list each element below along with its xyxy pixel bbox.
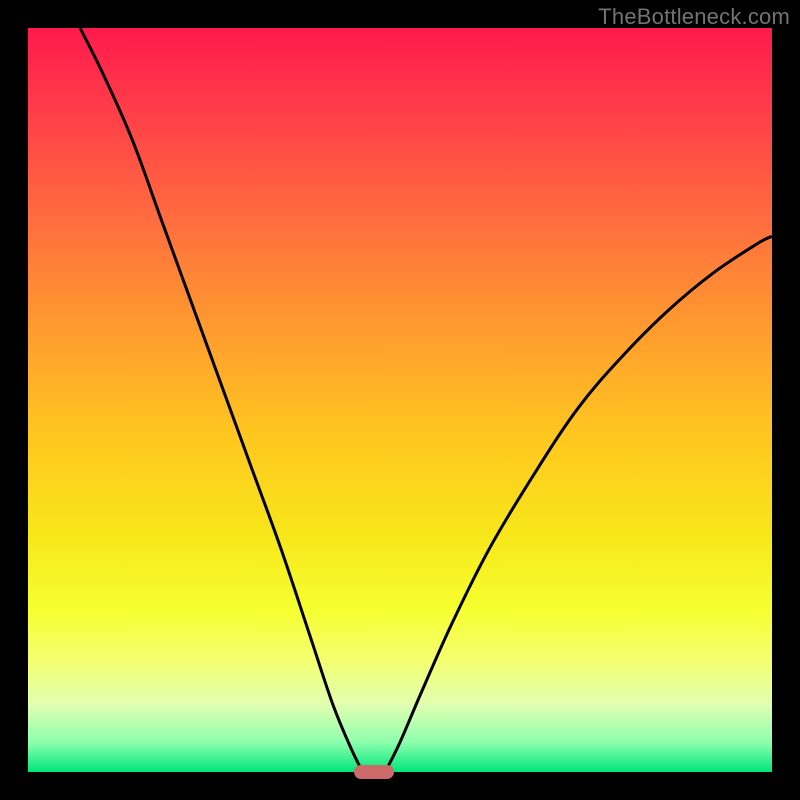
curve-layer <box>28 28 772 772</box>
chart-frame: TheBottleneck.com <box>0 0 800 800</box>
right-curve <box>385 236 772 772</box>
bottleneck-marker <box>354 765 394 779</box>
watermark-text: TheBottleneck.com <box>598 4 790 30</box>
plot-area <box>28 28 772 772</box>
left-curve <box>80 28 363 772</box>
